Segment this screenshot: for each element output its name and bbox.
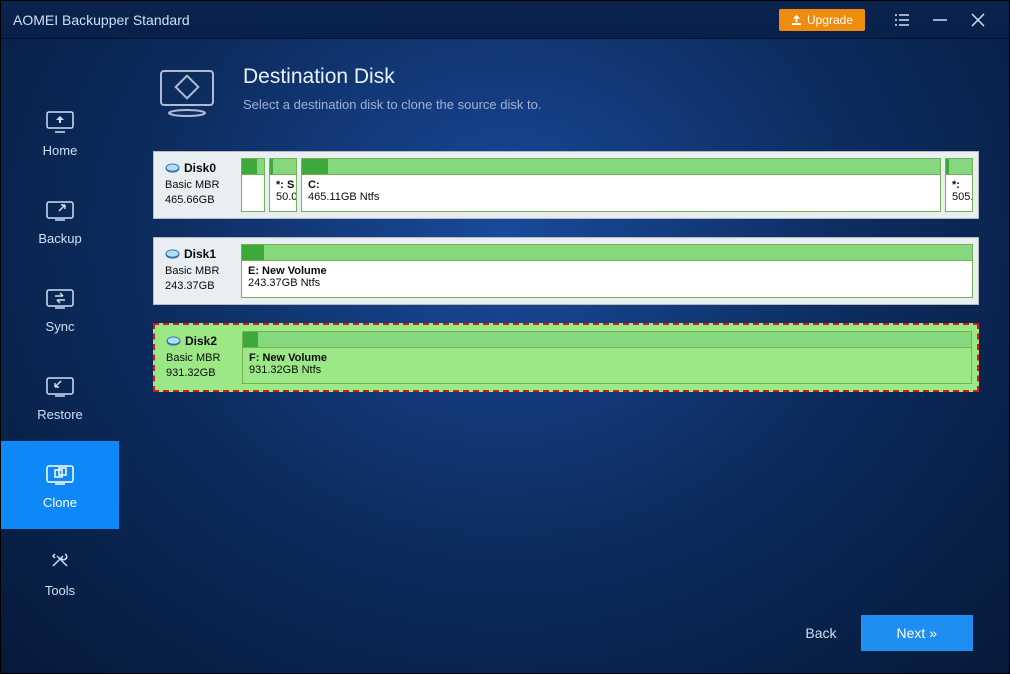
app-window: AOMEI Backupper Standard Upgrade Home Ba… [0,0,1010,674]
disk-name-row: Disk2 [166,334,232,348]
partition[interactable]: *: 505. [945,158,973,212]
usage-bar [302,159,940,175]
partition-label: F: New Volume [249,352,965,364]
close-icon [970,12,986,28]
sync-icon [45,285,75,311]
sidebar-item-label: Tools [45,583,75,598]
sidebar-item-tools[interactable]: Tools [1,529,119,617]
next-button[interactable]: Next » [861,615,973,651]
sidebar: Home Backup Sync Restore Clone Tools [1,39,119,673]
partition-info: E: New Volume 243.37GB Ntfs [242,261,972,293]
usage-bar [242,245,972,261]
partition-info: F: New Volume 931.32GB Ntfs [243,348,971,380]
upgrade-label: Upgrade [807,13,853,27]
disk-icon [165,163,180,174]
usage-bar [243,332,971,348]
sidebar-item-backup[interactable]: Backup [1,177,119,265]
back-button[interactable]: Back [805,625,836,641]
partition[interactable]: F: New Volume 931.32GB Ntfs [242,331,972,384]
home-icon [45,109,75,135]
partition-size: 505. [952,191,966,203]
minimize-button[interactable] [929,9,951,31]
footer: Back Next » [153,615,979,655]
body: Home Backup Sync Restore Clone Tools [1,39,1009,673]
partition-size: 465.11GB Ntfs [308,191,934,203]
clone-icon [45,461,75,487]
sidebar-item-label: Home [43,143,78,158]
partition-size: 50.0 [276,191,290,203]
minimize-icon [932,12,948,28]
partition[interactable]: *: S 50.0 [269,158,297,212]
disk-item[interactable]: Disk1 Basic MBR 243.37GB E: New Volume 2… [153,237,979,305]
sidebar-item-label: Clone [43,495,77,510]
partition-info: C: 465.11GB Ntfs [302,175,940,207]
sidebar-item-label: Restore [37,407,83,422]
disk-meta: Disk0 Basic MBR 465.66GB [157,155,239,215]
partition-label: *: S [276,179,290,191]
disk-name: Disk2 [185,334,217,348]
upload-icon [791,14,802,25]
partition-list: F: New Volume 931.32GB Ntfs [240,328,974,387]
disk-icon [165,249,180,260]
sidebar-item-label: Backup [38,231,81,246]
partition[interactable]: E: New Volume 243.37GB Ntfs [241,244,973,298]
partition-label: *: [952,179,966,191]
usage-bar [946,159,972,175]
usage-bar [242,159,264,175]
partition[interactable] [241,158,265,212]
partition-list: *: S 50.0 C: 465.11GB Ntfs *: 505. [239,155,975,215]
partition-size: 931.32GB Ntfs [249,364,965,376]
app-title: AOMEI Backupper Standard [13,12,779,28]
disk-type: Basic MBR [166,351,232,366]
tools-icon [45,549,75,575]
disk-name: Disk0 [184,161,216,175]
disk-size: 465.66GB [165,193,231,208]
close-button[interactable] [967,9,989,31]
titlebar: AOMEI Backupper Standard Upgrade [1,1,1009,39]
partition-list: E: New Volume 243.37GB Ntfs [239,241,975,301]
partition-label: E: New Volume [248,265,966,277]
disk-name-row: Disk1 [165,247,231,261]
sidebar-item-sync[interactable]: Sync [1,265,119,353]
sidebar-item-home[interactable]: Home [1,89,119,177]
header-text: Destination Disk Select a destination di… [243,65,541,121]
disk-type: Basic MBR [165,178,231,193]
sidebar-item-clone[interactable]: Clone [1,441,119,529]
page-subtitle: Select a destination disk to clone the s… [243,97,541,112]
sidebar-item-restore[interactable]: Restore [1,353,119,441]
disk-size: 931.32GB [166,366,232,381]
restore-icon [45,373,75,399]
disk-item[interactable]: Disk2 Basic MBR 931.32GB F: New Volume 9… [153,323,979,392]
menu-list-icon [894,12,910,28]
menu-button[interactable] [891,9,913,31]
usage-bar [270,159,296,175]
partition-info [242,175,264,183]
disk-type: Basic MBR [165,264,231,279]
sidebar-item-label: Sync [46,319,75,334]
disk-name-row: Disk0 [165,161,231,175]
partition[interactable]: C: 465.11GB Ntfs [301,158,941,212]
destination-disk-icon [153,65,223,121]
disk-meta: Disk1 Basic MBR 243.37GB [157,241,239,301]
partition-info: *: 505. [946,175,972,207]
disk-list: Disk0 Basic MBR 465.66GB *: S 50.0 C: 46… [153,151,979,392]
partition-label: C: [308,179,934,191]
disk-name: Disk1 [184,247,216,261]
disk-item[interactable]: Disk0 Basic MBR 465.66GB *: S 50.0 C: 46… [153,151,979,219]
main-content: Destination Disk Select a destination di… [119,39,1009,673]
disk-meta: Disk2 Basic MBR 931.32GB [158,328,240,387]
backup-icon [45,197,75,223]
partition-size: 243.37GB Ntfs [248,277,966,289]
page-title: Destination Disk [243,65,541,89]
disk-size: 243.37GB [165,279,231,294]
disk-icon [166,336,181,347]
partition-info: *: S 50.0 [270,175,296,207]
upgrade-button[interactable]: Upgrade [779,9,865,31]
page-header: Destination Disk Select a destination di… [153,65,979,121]
next-button-label: Next » [897,625,937,641]
